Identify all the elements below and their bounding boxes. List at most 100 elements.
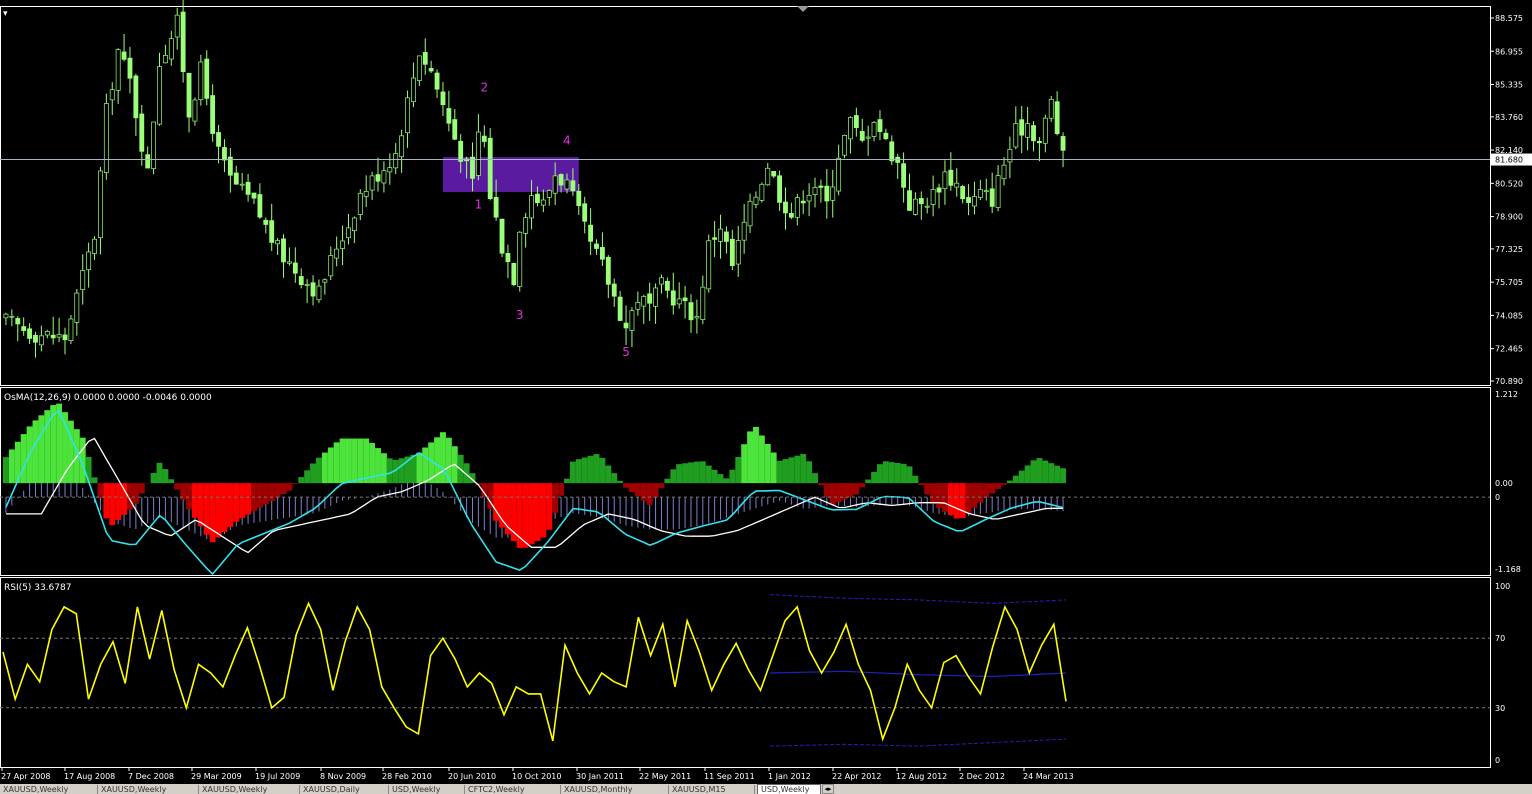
osma-bar [741,444,748,484]
candle-body [216,132,221,147]
osma-bar [617,480,624,484]
candle-body [375,174,381,182]
chart-tab[interactable]: USD,Weekly [389,785,465,794]
osma-bar [552,483,559,513]
rsi-axis-label: 30 [1495,704,1505,713]
candle-body [422,52,428,65]
osma-pane[interactable] [0,403,1490,576]
osma-bar [209,483,216,543]
osma-bar [788,457,795,484]
osma-bar [676,464,683,484]
candle-body [298,276,304,286]
osma-bar [227,483,234,527]
osma-bar [174,483,181,490]
candle-body [387,167,393,173]
time-axis-label: 7 Dec 2008 [128,772,174,781]
candle-body [222,147,227,161]
chart-tab[interactable]: XAUUSD,Monthly [561,785,669,794]
candle-body [529,195,534,219]
candle-body [145,154,151,169]
osma-bar [91,477,98,484]
osma-bar [168,479,175,484]
time-axis-label: 20 Jun 2010 [448,772,496,781]
candle-body [9,315,15,318]
candle-body [381,170,387,184]
chart-tab[interactable]: XAUUSD,M15 [669,785,755,794]
osma-bar [646,483,653,505]
chart-tab-active[interactable]: USD,Weekly [757,784,821,794]
candle-body [706,240,712,290]
osma-bar [794,455,801,484]
osma-bar [1048,463,1055,484]
chart-tab[interactable]: CFTC2,Weekly [465,785,561,794]
price-axis-label: 75.705 [1495,278,1523,287]
price-pane[interactable]: 1 2 3 4 5 [0,0,1490,359]
osma-bar [623,483,629,488]
scroll-marker[interactable]: ▾ [3,9,8,19]
osma-bar [3,457,9,484]
osma-bar [245,483,252,515]
osma-bar [422,447,429,484]
osma-bar [658,483,665,489]
osma-bar [239,483,246,518]
candle-body [458,140,464,162]
candle-body [186,72,192,118]
time-axis-label: 19 Jul 2009 [255,772,300,781]
candle-body [889,141,895,162]
osma-bar [233,483,240,522]
shift-marker-icon[interactable] [797,6,809,12]
tab-scroll-icon[interactable]: ◂▸ [822,784,834,794]
osma-bar [1030,460,1037,484]
osma-bar [900,463,907,484]
osma-bar [564,478,570,484]
time-axis-label: 22 Apr 2012 [832,772,881,781]
candle-body [239,183,245,186]
osma-bar [882,461,889,484]
osma-bar [97,483,104,498]
osma-bar [664,478,671,484]
osma-bar [965,483,972,513]
rsi-pane-frame [0,577,1491,768]
candle-body [794,197,800,218]
osma-bar [280,483,287,495]
candle-body [245,181,251,195]
osma-bar [983,483,990,498]
candle-body [257,194,263,218]
chart-tab[interactable]: XAUUSD,Weekly [199,785,300,794]
candle-body [842,135,847,156]
candle-body [735,240,741,265]
chart-tab[interactable]: XAUUSD,Weekly [0,785,98,794]
osma-bar [215,483,222,538]
osma-bar [256,483,263,508]
osma-bar [351,438,358,484]
candle-body [800,200,806,204]
chart-tab[interactable]: XAUUSD,Daily [300,785,389,794]
candle-body [989,188,995,207]
candle-body [434,72,440,90]
osma-bar [735,456,742,484]
candle-body [399,135,405,158]
osma-bar [1012,475,1019,484]
osma-bar [918,483,925,486]
osma-bar [310,463,316,484]
rsi-pane[interactable] [0,594,1490,747]
osma-bar [729,469,736,484]
osma-bar [410,454,417,484]
osma-bar [339,438,346,484]
candle-body [865,136,871,139]
chart-tab[interactable]: XAUUSD,Weekly [98,785,199,794]
candle-body [629,310,635,331]
candle-body [877,119,883,132]
time-axis-label: 24 Mar 2013 [1023,772,1074,781]
candle-body [1001,164,1007,180]
candle-body [712,237,718,240]
osma-bar [274,483,281,498]
wave-label-3: 3 [516,308,524,322]
candle-body [718,228,723,242]
osma-bar [286,483,293,491]
chart-tab-strip: XAUUSD,Weekly XAUUSD,Weekly XAUUSD,Weekl… [0,784,1532,794]
candle-body [960,186,966,200]
price-axis-label: 77.325 [1495,245,1523,254]
candle-body [446,108,452,124]
chart-area[interactable]: 12345 88.57586.95585.33583.76082.14080.5… [0,0,1532,784]
